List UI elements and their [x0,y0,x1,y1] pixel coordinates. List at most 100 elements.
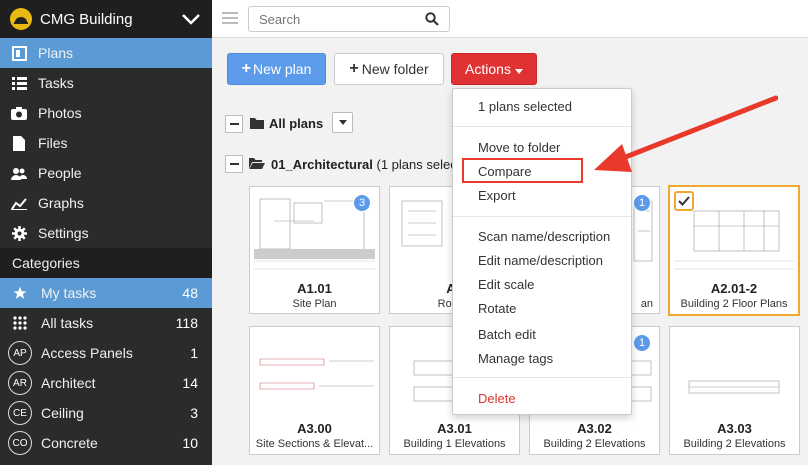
plan-card-subtitle: Building 2 Floor Plans [680,298,788,310]
all-plans-dropdown[interactable] [332,112,353,133]
sidebar-item-label: Plans [38,45,74,61]
plan-card-a3-00[interactable]: A3.00 Site Sections & Elevat... [249,326,380,455]
plan-card-title: A3.03 [717,421,752,436]
category-label: Access Panels [41,345,133,361]
category-label: Architect [41,375,96,391]
sidebar-item-plans[interactable]: Plans [0,38,212,68]
category-access-panels[interactable]: AP Access Panels 1 [0,338,212,368]
plan-card-subtitle: Site Plan [292,298,337,310]
sidebar-item-people[interactable]: People [0,158,212,188]
category-label: Concrete [41,435,98,451]
plan-card-a2-01-2[interactable]: A2.01-2 Building 2 Floor Plans [668,185,800,316]
category-architect[interactable]: AR Architect 14 [0,368,212,398]
plans-icon [10,44,28,62]
plus-icon: + [241,60,251,77]
sidebar-item-settings[interactable]: Settings [0,218,212,248]
sidebar-item-label: Files [38,135,68,151]
menu-item-manage-tags[interactable]: Manage tags [478,351,553,366]
category-my-tasks[interactable]: My tasks 48 [0,278,212,308]
category-ceiling[interactable]: CE Ceiling 3 [0,398,212,428]
category-all-tasks[interactable]: All tasks 118 [0,308,212,338]
category-badge: AP [8,341,32,365]
menu-item-edit-scale[interactable]: Edit scale [478,277,534,292]
menu-item-scan-name[interactable]: Scan name/description [478,229,610,244]
sidebar-item-photos[interactable]: Photos [0,98,212,128]
categories-header: Categories [0,248,212,278]
markup-count-badge: 3 [353,194,371,212]
category-count: 48 [182,285,198,301]
project-name: CMG Building [40,10,133,28]
search-icon[interactable] [425,12,439,26]
menu-selected-count: 1 plans selected [478,99,572,114]
collapse-all-plans-button[interactable] [225,115,243,133]
gear-icon [10,224,28,242]
plan-card-a1-01[interactable]: 3 A1.01 Site Plan [249,186,380,314]
category-badge: CE [8,401,32,425]
folder-open-icon [249,158,265,169]
all-plans-label: All plans [269,116,324,131]
sidebar-item-label: Photos [38,105,82,121]
hamburger-icon[interactable] [222,11,238,25]
plan-card-subtitle: Building 2 Elevations [543,438,646,450]
actions-button[interactable]: Actions [451,53,537,85]
category-badge: AR [8,371,32,395]
plan-card-title: A3.02 [577,421,612,436]
folder-icon [250,118,264,129]
category-label: Ceiling [41,405,84,421]
menu-item-export[interactable]: Export [478,188,516,203]
people-icon [10,164,28,182]
star-icon [8,281,32,305]
tasks-icon [10,74,28,92]
plan-card-subtitle: Building 2 Elevations [683,438,786,450]
category-count: 3 [190,405,198,421]
file-icon [10,134,28,152]
project-header[interactable]: CMG Building [0,0,212,38]
plan-card-title: A2.01-2 [710,281,758,296]
sidebar-item-label: Settings [38,225,89,241]
menu-item-rotate[interactable]: Rotate [478,301,516,316]
category-count: 118 [175,315,198,331]
plan-card-a3-03[interactable]: A3.03 Building 2 Elevations [669,326,800,455]
category-label: My tasks [41,285,97,301]
category-count: 14 [182,375,198,391]
plan-card-title: A3.01 [437,421,472,436]
top-bar [212,0,808,38]
category-concrete[interactable]: CO Concrete 10 [0,428,212,458]
plus-icon: + [349,60,359,77]
selected-checkbox[interactable] [674,191,694,211]
plan-thumbnail [674,331,795,417]
menu-item-move-to-folder[interactable]: Move to folder [478,140,560,155]
plan-card-subtitle: Building 1 Elevations [403,438,506,450]
chevron-down-icon[interactable] [180,8,202,30]
annotation-arrow-icon [594,95,778,172]
sidebar-item-label: Graphs [38,195,84,211]
new-folder-button[interactable]: + New folder [334,53,444,85]
menu-divider [453,216,631,217]
sidebar-item-label: Tasks [38,75,74,91]
sidebar-item-graphs[interactable]: Graphs [0,188,212,218]
menu-item-edit-name[interactable]: Edit name/description [478,253,603,268]
plan-card-title: A3.00 [297,421,332,436]
new-plan-button[interactable]: + New plan [227,53,326,85]
plan-card-subtitle: Site Sections & Elevat... [255,438,374,450]
sidebar: CMG Building Plans Tasks Photos Files Pe… [0,0,212,465]
sidebar-item-files[interactable]: Files [0,128,212,158]
logo-icon [10,8,32,30]
graph-icon [10,194,28,212]
camera-icon [10,104,28,122]
menu-item-batch-edit[interactable]: Batch edit [478,327,536,342]
grid-icon [8,311,32,335]
category-badge: CO [8,431,32,455]
caret-down-icon [514,61,523,77]
menu-divider [453,377,631,378]
new-folder-label: New folder [361,61,429,77]
plan-thumbnail [254,331,375,417]
sidebar-item-tasks[interactable]: Tasks [0,68,212,98]
menu-item-delete[interactable]: Delete [478,391,516,406]
search-input[interactable] [259,7,419,31]
category-count: 10 [182,435,198,451]
collapse-folder-button[interactable] [225,155,243,173]
search-box [248,6,450,32]
folder-row-label: 01_Architectural (1 plans select [271,157,461,172]
markup-count-badge: 1 [633,334,651,352]
